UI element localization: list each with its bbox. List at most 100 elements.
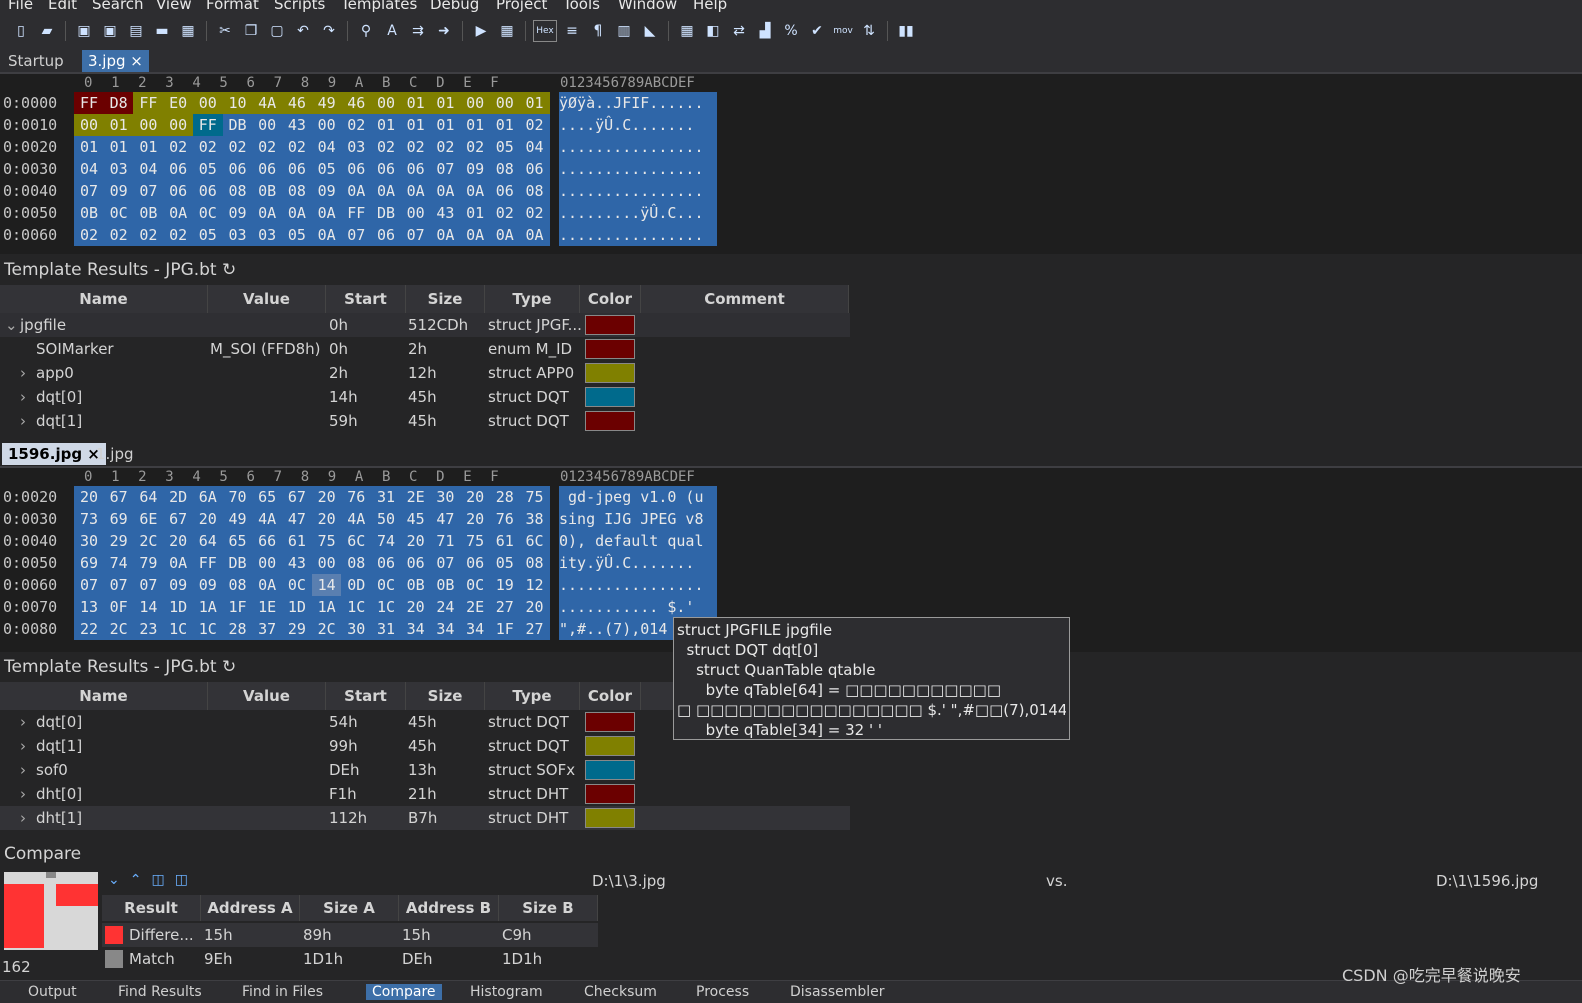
hex-byte[interactable]: 28 xyxy=(489,486,520,508)
hex-byte[interactable]: 75 xyxy=(519,486,550,508)
hex-byte[interactable]: 1A xyxy=(311,596,342,618)
hex-byte[interactable]: 0A xyxy=(163,202,194,224)
menu-debug[interactable]: Debug xyxy=(430,0,479,13)
hex-byte[interactable]: 76 xyxy=(341,486,372,508)
hex-byte[interactable]: 65 xyxy=(252,486,283,508)
paste-icon[interactable]: ▢ xyxy=(266,20,288,42)
hex-byte[interactable]: 08 xyxy=(222,180,253,202)
hex-byte[interactable]: 0A xyxy=(371,180,401,202)
ascii-row[interactable]: ................ xyxy=(559,136,717,158)
folder-icon[interactable]: ▬ xyxy=(151,20,173,42)
hex-byte[interactable]: 07 xyxy=(400,224,431,246)
hex-byte[interactable]: 04 xyxy=(74,158,104,180)
hex-byte[interactable]: 02 xyxy=(489,202,520,224)
hex-byte[interactable]: 67 xyxy=(163,508,194,530)
hex-byte[interactable]: 0A xyxy=(311,202,342,224)
hex-byte[interactable]: 00 xyxy=(192,92,223,114)
hex-byte[interactable]: 09 xyxy=(103,180,134,202)
hex-byte[interactable]: 09 xyxy=(460,158,491,180)
hex-byte[interactable]: 0A xyxy=(281,202,312,224)
hex-byte[interactable]: 06 xyxy=(400,158,431,180)
hex-byte[interactable]: 65 xyxy=(222,530,253,552)
hex-byte[interactable]: 02 xyxy=(222,136,253,158)
hex-byte[interactable]: 49 xyxy=(311,92,342,114)
hex-byte[interactable]: 04 xyxy=(311,136,342,158)
hex-byte[interactable]: 08 xyxy=(519,552,550,574)
hex-byte[interactable]: 4A xyxy=(341,508,372,530)
hex-byte[interactable]: 1E xyxy=(252,596,283,618)
hex-byte[interactable]: 4A xyxy=(252,92,283,114)
hex-byte[interactable]: 14 xyxy=(311,574,342,596)
hex-byte[interactable]: 06 xyxy=(371,552,401,574)
ascii-row[interactable]: ................ xyxy=(559,224,717,246)
hex-byte[interactable]: 02 xyxy=(430,136,461,158)
column-header-color[interactable]: Color xyxy=(580,285,641,313)
hex-byte[interactable]: 1C xyxy=(163,618,194,640)
hex-byte[interactable]: 01 xyxy=(133,136,164,158)
hex-byte[interactable]: 01 xyxy=(371,114,401,136)
column-header-value[interactable]: Value xyxy=(208,285,326,313)
save-all-icon[interactable]: ▤ xyxy=(125,20,147,42)
hex-byte[interactable]: 61 xyxy=(281,530,312,552)
hex-byte[interactable]: 0A xyxy=(163,552,194,574)
bottom-tab-histogram[interactable]: Histogram xyxy=(470,984,543,1000)
hex-byte[interactable]: 03 xyxy=(341,136,372,158)
menu-project[interactable]: Project xyxy=(496,0,547,13)
run-template-icon[interactable]: ▦ xyxy=(496,20,518,42)
hex-byte[interactable]: 0A xyxy=(430,224,461,246)
hex-byte[interactable]: 01 xyxy=(103,136,134,158)
paragraph-icon[interactable]: ¶ xyxy=(587,20,609,42)
template-row[interactable]: SOIMarker M_SOI (FFD8h) 0h 2h enum M_ID xyxy=(0,337,850,361)
hex-byte[interactable]: 06 xyxy=(281,158,312,180)
expand-caret-icon[interactable]: › xyxy=(20,710,26,734)
hex-byte[interactable]: 0A xyxy=(252,202,283,224)
compare-column-size-b[interactable]: Size B xyxy=(499,895,598,921)
hex-byte[interactable]: 37 xyxy=(252,618,283,640)
hex-byte[interactable]: 02 xyxy=(519,114,550,136)
hex-byte[interactable]: 00 xyxy=(252,114,283,136)
hex-byte[interactable]: 50 xyxy=(371,508,401,530)
hex-byte[interactable]: FF xyxy=(74,92,104,114)
save-icon[interactable]: ▣ xyxy=(73,20,95,42)
hex-byte[interactable]: 20 xyxy=(192,508,223,530)
hex-byte[interactable]: 2E xyxy=(460,596,491,618)
column-header-name[interactable]: Name xyxy=(0,285,208,313)
checksum-icon[interactable]: ✔ xyxy=(806,20,828,42)
hex-byte[interactable]: 01 xyxy=(460,114,491,136)
hex-byte[interactable]: FF xyxy=(341,202,372,224)
column-header-name[interactable]: Name xyxy=(0,682,208,710)
hex-byte[interactable]: 03 xyxy=(103,158,134,180)
hex-byte[interactable]: 03 xyxy=(252,224,283,246)
hex-byte[interactable]: 07 xyxy=(430,552,461,574)
bottom-tab-find-results[interactable]: Find Results xyxy=(118,984,202,1000)
compare-column-result[interactable]: Result xyxy=(102,895,201,921)
hex-byte[interactable]: 0B xyxy=(74,202,104,224)
hex-byte[interactable]: 07 xyxy=(430,158,461,180)
column-header-type[interactable]: Type xyxy=(485,682,580,710)
hex-byte[interactable]: 1A xyxy=(192,596,223,618)
hex-byte[interactable]: 01 xyxy=(400,114,431,136)
template-row[interactable]: › dqt[0] 14h 45h struct DQT xyxy=(0,385,850,409)
hex-byte[interactable]: 02 xyxy=(371,136,401,158)
hex-byte[interactable]: 46 xyxy=(281,92,312,114)
hex-byte[interactable]: 1F xyxy=(489,618,520,640)
workspace-icon[interactable]: ▦ xyxy=(177,20,199,42)
hex-byte[interactable]: DB xyxy=(222,552,253,574)
bottom-tab-find-in-files[interactable]: Find in Files xyxy=(242,984,323,1000)
hex-byte[interactable]: 01 xyxy=(430,114,461,136)
cut-icon[interactable]: ✂ xyxy=(214,20,236,42)
column-header-size[interactable]: Size xyxy=(406,285,485,313)
tab-startup[interactable]: Startup xyxy=(2,50,70,72)
hex-byte[interactable]: 76 xyxy=(489,508,520,530)
hex-byte[interactable]: 02 xyxy=(252,136,283,158)
hex-byte[interactable]: 66 xyxy=(252,530,283,552)
compare-row[interactable]: Differe... 15h 89h 15h C9h xyxy=(102,923,598,947)
hex-byte[interactable]: 27 xyxy=(519,618,550,640)
hex-byte[interactable]: 69 xyxy=(74,552,104,574)
bottom-tab-disassembler[interactable]: Disassembler xyxy=(790,984,885,1000)
hex-byte[interactable]: 07 xyxy=(133,180,164,202)
hex-byte[interactable]: 0D xyxy=(341,574,372,596)
hex-byte[interactable]: 0B xyxy=(400,574,431,596)
ascii-row[interactable]: ity.ÿÛ.C....... xyxy=(559,552,717,574)
template-row[interactable]: › dqt[1] 59h 45h struct DQT xyxy=(0,409,850,433)
